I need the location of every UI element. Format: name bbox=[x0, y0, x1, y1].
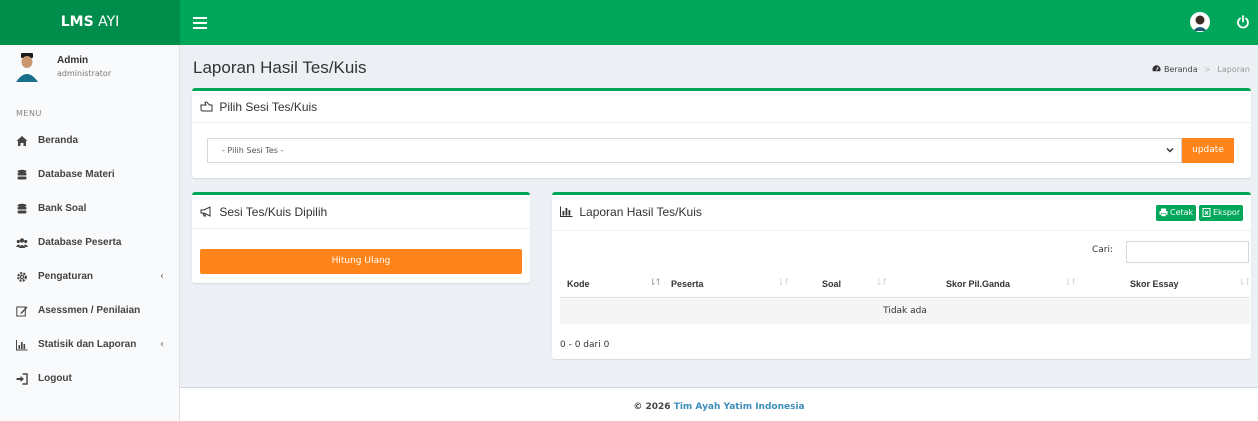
chevron-left-icon: ‹ bbox=[160, 339, 164, 350]
sidebar-item-beranda[interactable]: Beranda bbox=[0, 124, 180, 158]
print-icon bbox=[1159, 208, 1168, 217]
session-select[interactable]: - Pilih Sesi Tes - bbox=[207, 138, 1182, 163]
export-label: Ekspor bbox=[1213, 208, 1241, 217]
search-input[interactable] bbox=[1126, 241, 1249, 263]
users-icon bbox=[16, 237, 28, 249]
print-button[interactable]: Cetak bbox=[1156, 205, 1197, 221]
user-avatar-icon[interactable] bbox=[1190, 12, 1210, 32]
footer: © 2026 Tim Ayah Yatim Indonesia bbox=[180, 387, 1258, 421]
sign-in-icon bbox=[16, 373, 28, 385]
selected-session-box: Sesi Tes/Kuis Dipilih Hitung Ulang bbox=[192, 192, 530, 283]
sidebar-item-label: Database Materi bbox=[38, 169, 115, 180]
brand-light: AYI bbox=[98, 14, 120, 30]
sort-icon: ⇂↾ bbox=[1238, 278, 1251, 288]
dashboard-icon bbox=[1152, 65, 1164, 74]
menu-header: MENU bbox=[16, 109, 42, 118]
report-box: Laporan Hasil Tes/Kuis Cetak Ekspor Cari… bbox=[552, 192, 1251, 359]
column-header-peserta[interactable]: Peserta bbox=[671, 279, 704, 289]
database-icon bbox=[16, 169, 28, 181]
column-header-skor-essay[interactable]: Skor Essay bbox=[1130, 279, 1179, 289]
sidebar-item-pengaturan[interactable]: Pengaturan ‹ bbox=[0, 260, 180, 294]
table-header-divider bbox=[560, 297, 1250, 298]
sidebar: Admin administrator MENU Beranda Databas… bbox=[0, 45, 180, 421]
column-header-skor-pil-ganda[interactable]: Skor Pil.Ganda bbox=[946, 279, 1010, 289]
power-icon[interactable] bbox=[1236, 12, 1252, 32]
footer-org-link[interactable]: Tim Ayah Yatim Indonesia bbox=[674, 402, 805, 412]
select-session-box: Pilih Sesi Tes/Kuis - Pilih Sesi Tes - u… bbox=[192, 88, 1251, 178]
chevron-left-icon: ‹ bbox=[160, 271, 164, 282]
update-button[interactable]: update bbox=[1182, 138, 1234, 163]
recalculate-button[interactable]: Hitung Ulang bbox=[200, 249, 522, 274]
box-title: Pilih Sesi Tes/Kuis bbox=[200, 100, 317, 114]
table-info: 0 - 0 dari 0 bbox=[560, 340, 610, 350]
user-photo bbox=[16, 52, 38, 82]
box-divider bbox=[192, 122, 1251, 123]
bullhorn-icon bbox=[200, 205, 219, 219]
table-empty-row: Tidak ada bbox=[560, 299, 1250, 324]
session-select-value: - Pilih Sesi Tes - bbox=[222, 146, 284, 155]
brand-bold: LMS bbox=[60, 14, 94, 30]
sidebar-item-label: Beranda bbox=[38, 135, 79, 146]
chevron-down-icon bbox=[1165, 145, 1175, 155]
sidebar-item-label: Logout bbox=[38, 373, 72, 384]
sort-icon: ⇂↾ bbox=[875, 278, 888, 288]
breadcrumb-home-link[interactable]: Beranda bbox=[1164, 65, 1198, 74]
print-label: Cetak bbox=[1170, 208, 1194, 217]
copyright-text: © 2026 bbox=[633, 402, 671, 412]
sidebar-item-label: Database Peserta bbox=[38, 237, 122, 248]
sidebar-item-logout[interactable]: Logout bbox=[0, 362, 180, 396]
sidebar-item-label: Pengaturan bbox=[38, 271, 94, 282]
sort-icon: ⇂↾ bbox=[1064, 278, 1077, 288]
column-header-kode[interactable]: Kode bbox=[567, 279, 590, 289]
sidebar-item-label: Statisik dan Laporan bbox=[38, 339, 137, 350]
breadcrumb-separator: > bbox=[1204, 65, 1211, 74]
box-title: Laporan Hasil Tes/Kuis bbox=[560, 205, 702, 219]
user-role: administrator bbox=[57, 69, 112, 78]
home-icon bbox=[16, 135, 28, 147]
edit-icon bbox=[16, 305, 28, 317]
search-label: Cari: bbox=[1092, 245, 1114, 255]
breadcrumb-current: Laporan bbox=[1217, 65, 1250, 74]
sort-icon: ⇂↾ bbox=[777, 278, 790, 288]
box-title: Sesi Tes/Kuis Dipilih bbox=[200, 205, 327, 219]
bar-chart-icon bbox=[560, 205, 579, 219]
breadcrumb: Beranda > Laporan bbox=[1152, 64, 1250, 74]
database-icon bbox=[16, 203, 28, 215]
sidebar-item-asessmen[interactable]: Asessmen / Penilaian bbox=[0, 294, 180, 328]
file-excel-icon bbox=[1202, 208, 1211, 217]
sidebar-item-label: Bank Soal bbox=[38, 203, 87, 214]
box-divider bbox=[192, 228, 530, 229]
bar-chart-icon bbox=[16, 339, 28, 351]
sort-asc-icon: ⇂↿ bbox=[649, 278, 662, 288]
sidebar-item-bank-soal[interactable]: Bank Soal bbox=[0, 192, 180, 226]
sidebar-item-statisik-laporan[interactable]: Statisik dan Laporan ‹ bbox=[0, 328, 180, 362]
user-name: Admin bbox=[57, 55, 89, 66]
sidebar-item-database-materi[interactable]: Database Materi bbox=[0, 158, 180, 192]
session-box-title-text: Sesi Tes/Kuis Dipilih bbox=[219, 205, 328, 219]
report-box-title-text: Laporan Hasil Tes/Kuis bbox=[579, 205, 702, 219]
sidebar-item-database-peserta[interactable]: Database Peserta bbox=[0, 226, 180, 260]
sidebar-item-label: Asessmen / Penilaian bbox=[38, 305, 141, 316]
select-box-title-text: Pilih Sesi Tes/Kuis bbox=[219, 100, 318, 114]
gear-icon bbox=[16, 271, 28, 283]
export-button[interactable]: Ekspor bbox=[1199, 205, 1244, 221]
brand-logo[interactable]: LMS AYI bbox=[0, 0, 180, 45]
page-title: Laporan Hasil Tes/Kuis bbox=[193, 58, 367, 77]
box-divider bbox=[552, 230, 1251, 231]
top-navbar: LMS AYI bbox=[0, 0, 1258, 45]
column-header-soal[interactable]: Soal bbox=[822, 279, 841, 289]
user-panel: Admin administrator bbox=[0, 45, 180, 89]
hand-pointer-icon bbox=[200, 100, 219, 114]
sidebar-toggle-icon[interactable] bbox=[193, 14, 207, 30]
